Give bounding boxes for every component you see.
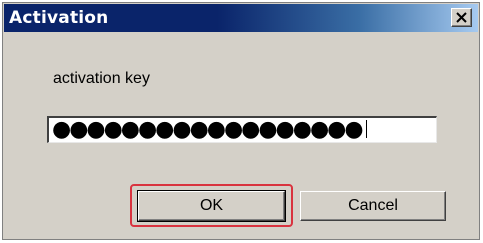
ok-button[interactable]: OK (137, 190, 286, 222)
activation-dialog: Activation activation key ●●●●●●●●●●●●●●… (2, 2, 480, 240)
activation-key-input[interactable]: ●●●●●●●●●●●●●●●●●● (47, 116, 437, 143)
activation-key-value: ●●●●●●●●●●●●●●●●●● (52, 118, 367, 142)
cancel-button[interactable]: Cancel (300, 191, 446, 221)
title-bar[interactable]: Activation (4, 4, 478, 32)
activation-key-label: activation key (53, 70, 150, 87)
masked-text: ●●●●●●●●●●●●●●●●●● (52, 117, 364, 142)
close-button[interactable] (451, 8, 472, 27)
close-icon (456, 12, 467, 23)
text-caret (365, 120, 367, 138)
window-title: Activation (9, 8, 109, 28)
